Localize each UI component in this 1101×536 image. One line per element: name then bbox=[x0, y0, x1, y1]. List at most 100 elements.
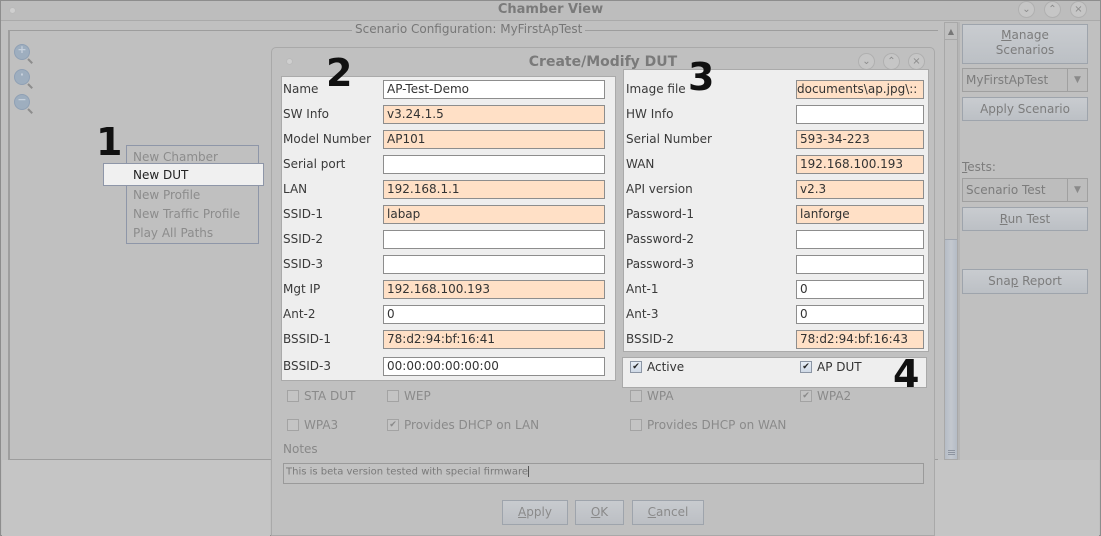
field-input-api-version[interactable]: v2.3 bbox=[796, 180, 924, 199]
menu-item-new-profile[interactable]: New Profile bbox=[133, 188, 200, 202]
field-label-password-2: Password-2 bbox=[626, 232, 695, 246]
chevron-up-icon: ⌃ bbox=[1048, 4, 1057, 15]
run-test-button[interactable]: Run Test bbox=[962, 207, 1088, 231]
title-bar: Chamber View ⌄ ⌃ × bbox=[1, 1, 1100, 21]
field-label-password-3: Password-3 bbox=[626, 257, 695, 271]
close-icon: × bbox=[1074, 4, 1083, 15]
field-input-ssid-2[interactable] bbox=[383, 230, 605, 249]
close-button[interactable]: × bbox=[1070, 1, 1087, 18]
field-input-sw-info[interactable]: v3.24.1.5 bbox=[383, 105, 605, 124]
bottom-area-right bbox=[935, 460, 1099, 536]
annotation-4: 4 bbox=[893, 352, 920, 396]
dropdown-arrow-icon: ▼ bbox=[1067, 179, 1087, 201]
field-label-image-file: Image file bbox=[626, 82, 686, 96]
field-label-mgt-ip: Mgt IP bbox=[283, 282, 321, 296]
field-label-wan: WAN bbox=[626, 157, 655, 171]
chevron-down-icon: ⌄ bbox=[1022, 4, 1031, 15]
check-icon: ✔ bbox=[800, 361, 812, 373]
menu-item-new-chamber[interactable]: New Chamber bbox=[133, 150, 218, 164]
field-label-bssid-2: BSSID-2 bbox=[626, 332, 674, 346]
ok-button[interactable]: OK bbox=[575, 500, 624, 525]
window-title: Chamber View bbox=[497, 2, 604, 17]
field-input-password-1[interactable]: lanforge bbox=[796, 205, 924, 224]
scrollbar-thumb[interactable] bbox=[945, 239, 957, 459]
scenario-select[interactable]: MyFirstApTest ▼ bbox=[962, 68, 1088, 92]
snap-report-button[interactable]: Snap Report bbox=[962, 269, 1088, 294]
field-input-mgt-ip[interactable]: 192.168.100.193 bbox=[383, 280, 605, 299]
manage-scenarios-button[interactable]: Manage Scenarios bbox=[962, 24, 1088, 64]
menu-item-new-dut[interactable]: New DUT bbox=[103, 163, 264, 186]
dialog-close-button[interactable]: × bbox=[908, 53, 925, 70]
field-input-bssid-1[interactable]: 78:d2:94:bf:16:41 bbox=[383, 330, 605, 349]
scroll-up-arrow-icon[interactable]: ▲ bbox=[945, 23, 957, 40]
field-label-ant-1: Ant-1 bbox=[626, 282, 659, 296]
check-icon: ✔ bbox=[800, 390, 812, 402]
field-label-serial-port: Serial port bbox=[283, 157, 346, 171]
field-input-ssid-3[interactable] bbox=[383, 255, 605, 274]
field-label-name: Name bbox=[283, 82, 319, 96]
annotation-2: 2 bbox=[326, 51, 353, 95]
field-input-model-number[interactable]: AP101 bbox=[383, 130, 605, 149]
field-label-ssid-2: SSID-2 bbox=[283, 232, 323, 246]
field-input-ant-2[interactable]: 0 bbox=[383, 305, 605, 324]
field-label-model-number: Model Number bbox=[283, 132, 372, 146]
field-input-password-2[interactable] bbox=[796, 230, 924, 249]
zoom-out-icon[interactable]: − bbox=[14, 93, 30, 110]
field-input-lan[interactable]: 192.168.1.1 bbox=[383, 180, 605, 199]
notes-input[interactable]: This is beta version tested with special… bbox=[283, 463, 924, 484]
field-input-hw-info[interactable] bbox=[796, 105, 924, 124]
vertical-scrollbar[interactable]: ▲ bbox=[944, 22, 958, 460]
field-input-bssid-2[interactable]: 78:d2:94:bf:16:43 bbox=[796, 330, 924, 349]
field-input-name[interactable]: AP-Test-Demo bbox=[383, 80, 605, 99]
menu-item-new-traffic-profile[interactable]: New Traffic Profile bbox=[133, 207, 240, 221]
chevron-down-icon: ⌄ bbox=[862, 56, 871, 67]
scenario-frame-inner-edge bbox=[8, 30, 14, 460]
field-input-serial-number[interactable]: 593-34-223 bbox=[796, 130, 924, 149]
field-input-serial-port[interactable] bbox=[383, 155, 605, 174]
right-panel-divider bbox=[958, 22, 960, 460]
maximize-button[interactable]: ⌃ bbox=[1044, 1, 1061, 18]
field-input-ant-1[interactable]: 0 bbox=[796, 280, 924, 299]
apply-scenario-button[interactable]: Apply Scenario bbox=[962, 97, 1088, 121]
cancel-button[interactable]: Cancel bbox=[632, 500, 704, 525]
field-label-serial-number: Serial Number bbox=[626, 132, 712, 146]
scenario-legend: Scenario Configuration: MyFirstApTest bbox=[352, 22, 586, 36]
check-icon: ✔ bbox=[387, 419, 399, 431]
field-label-hw-info: HW Info bbox=[626, 107, 674, 121]
field-input-wan[interactable]: 192.168.100.193 bbox=[796, 155, 924, 174]
field-label-ssid-3: SSID-3 bbox=[283, 257, 323, 271]
field-label-password-1: Password-1 bbox=[626, 207, 695, 221]
notes-label: Notes bbox=[283, 442, 318, 456]
field-input-bssid-3[interactable]: 00:00:00:00:00:00 bbox=[383, 357, 605, 376]
tests-label: Tests: bbox=[962, 160, 996, 174]
field-input-ant-3[interactable]: 0 bbox=[796, 305, 924, 324]
annotation-1: 1 bbox=[96, 120, 123, 164]
close-icon: × bbox=[912, 56, 921, 67]
grip-icon bbox=[948, 450, 955, 455]
field-label-lan: LAN bbox=[283, 182, 308, 196]
text-caret bbox=[528, 466, 529, 477]
field-input-ssid-1[interactable]: labap bbox=[383, 205, 605, 224]
annotation-3: 3 bbox=[688, 55, 715, 99]
dropdown-arrow-icon: ▼ bbox=[1067, 69, 1087, 91]
minimize-button[interactable]: ⌄ bbox=[1018, 1, 1035, 18]
field-label-ant-2: Ant-2 bbox=[283, 307, 316, 321]
chevron-up-icon: ⌃ bbox=[887, 56, 896, 67]
dialog-title: Create/Modify DUT bbox=[528, 54, 678, 70]
test-select[interactable]: Scenario Test ▼ bbox=[962, 178, 1088, 202]
field-label-sw-info: SW Info bbox=[283, 107, 330, 121]
field-label-api-version: API version bbox=[626, 182, 693, 196]
field-label-ant-3: Ant-3 bbox=[626, 307, 659, 321]
field-label-bssid-3: BSSID-3 bbox=[283, 359, 331, 373]
dialog-maximize-button[interactable]: ⌃ bbox=[883, 53, 900, 70]
check-icon: ✔ bbox=[630, 361, 642, 373]
zoom-in-icon[interactable]: + bbox=[14, 43, 30, 60]
zoom-reset-icon[interactable]: · bbox=[14, 68, 30, 85]
field-label-ssid-1: SSID-1 bbox=[283, 207, 323, 221]
menu-item-play-all-paths[interactable]: Play All Paths bbox=[133, 226, 213, 240]
field-input-password-3[interactable] bbox=[796, 255, 924, 274]
apply-button[interactable]: Apply bbox=[502, 500, 568, 525]
field-label-bssid-1: BSSID-1 bbox=[283, 332, 331, 346]
field-input-image-file[interactable]: ::\documents\ap.jpg bbox=[796, 80, 924, 99]
dialog-minimize-button[interactable]: ⌄ bbox=[858, 53, 875, 70]
